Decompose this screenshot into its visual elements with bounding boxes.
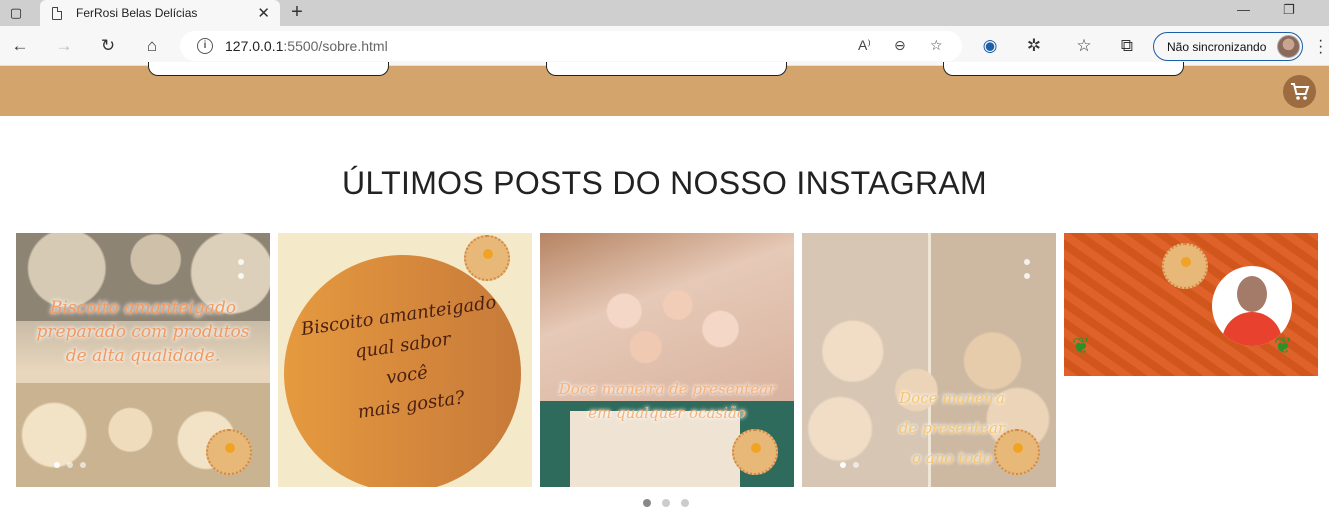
post-gallery-indicator (1024, 259, 1030, 279)
browser-tab-strip: ▢ FerRosi Belas Delícias ✕ + — ❐ (0, 0, 1329, 26)
tab-title: FerRosi Belas Delícias (76, 6, 198, 20)
read-aloud-icon[interactable]: A⁾ (858, 37, 871, 54)
tab-actions-icon[interactable]: ▢ (5, 0, 27, 26)
holly-icon: ❦ (1274, 333, 1293, 358)
post-gallery-dots (840, 462, 859, 468)
nav-button[interactable] (546, 62, 787, 76)
collections-icon[interactable]: ⧉ (1115, 34, 1139, 58)
brand-logo (1162, 243, 1208, 289)
site-header (0, 62, 1329, 116)
sync-label: Não sincronizando (1167, 39, 1267, 54)
cart-icon (1290, 82, 1309, 100)
profile-sync-button[interactable]: Não sincronizando (1153, 32, 1303, 61)
brand-logo (206, 429, 252, 475)
zoom-out-icon[interactable]: ⊖ (894, 37, 906, 54)
instagram-post[interactable]: Biscoito amanteigado preparado com produ… (16, 233, 270, 487)
instagram-post[interactable]: Doce maneira de presentear em qualquer o… (540, 233, 794, 487)
new-tab-button[interactable]: + (286, 0, 308, 26)
cart-button[interactable] (1283, 75, 1316, 108)
favorites-icon[interactable]: ☆ (1072, 34, 1096, 58)
post-caption: Doce maneira de presentear em qualquer o… (558, 380, 776, 422)
avatar (1277, 35, 1300, 58)
carousel-dot[interactable] (681, 499, 689, 507)
instagram-post[interactable]: Biscoito amanteigado qual sabor você mai… (278, 233, 532, 487)
nav-button[interactable] (943, 62, 1184, 76)
nav-button[interactable] (148, 62, 389, 76)
url-path: :5500/sobre.html (283, 38, 388, 54)
close-tab-icon[interactable]: ✕ (257, 4, 270, 22)
brand-logo (464, 235, 510, 281)
section-title: ÚLTIMOS POSTS DO NOSSO INSTAGRAM (342, 165, 987, 201)
site-info-icon[interactable]: i (197, 38, 213, 54)
browser-tab[interactable]: FerRosi Belas Delícias ✕ (40, 0, 280, 26)
browser-toolbar: ← → ↻ ⌂ i 127.0.0.1:5500/sobre.html A⁾ ⊖… (0, 26, 1329, 66)
restore-button[interactable]: ❐ (1283, 2, 1295, 18)
minimize-button[interactable]: — (1237, 2, 1250, 17)
url-host: 127.0.0.1 (225, 38, 284, 54)
post-photo (540, 233, 794, 401)
refresh-icon[interactable]: ↻ (96, 34, 120, 58)
post-gallery-dots (54, 462, 86, 468)
more-menu-icon[interactable]: · · · (1318, 33, 1326, 61)
carousel-dot[interactable] (662, 499, 670, 507)
favorite-add-icon[interactable]: ☆ (930, 37, 943, 54)
page-icon (52, 6, 62, 20)
instagram-post[interactable]: Doce maneira de presentear o ano todo (802, 233, 1056, 487)
extensions-icon[interactable]: ✲ (1022, 34, 1046, 58)
forward-icon[interactable]: → (52, 34, 76, 58)
address-bar[interactable]: i 127.0.0.1:5500/sobre.html A⁾ ⊖ ☆ (180, 31, 962, 61)
carousel-pagination (643, 499, 689, 507)
brand-logo (732, 429, 778, 475)
instagram-post[interactable]: ❦ ❦ (1064, 233, 1318, 376)
home-icon[interactable]: ⌂ (140, 34, 164, 58)
brand-logo (994, 429, 1040, 475)
extension-e-icon[interactable]: ◉ (978, 34, 1002, 58)
post-caption: Biscoito amanteigado preparado com produ… (36, 298, 250, 366)
post-gallery-indicator (238, 259, 244, 279)
carousel-dot[interactable] (643, 499, 651, 507)
back-icon[interactable]: ← (8, 34, 32, 58)
holly-icon: ❦ (1072, 333, 1091, 358)
